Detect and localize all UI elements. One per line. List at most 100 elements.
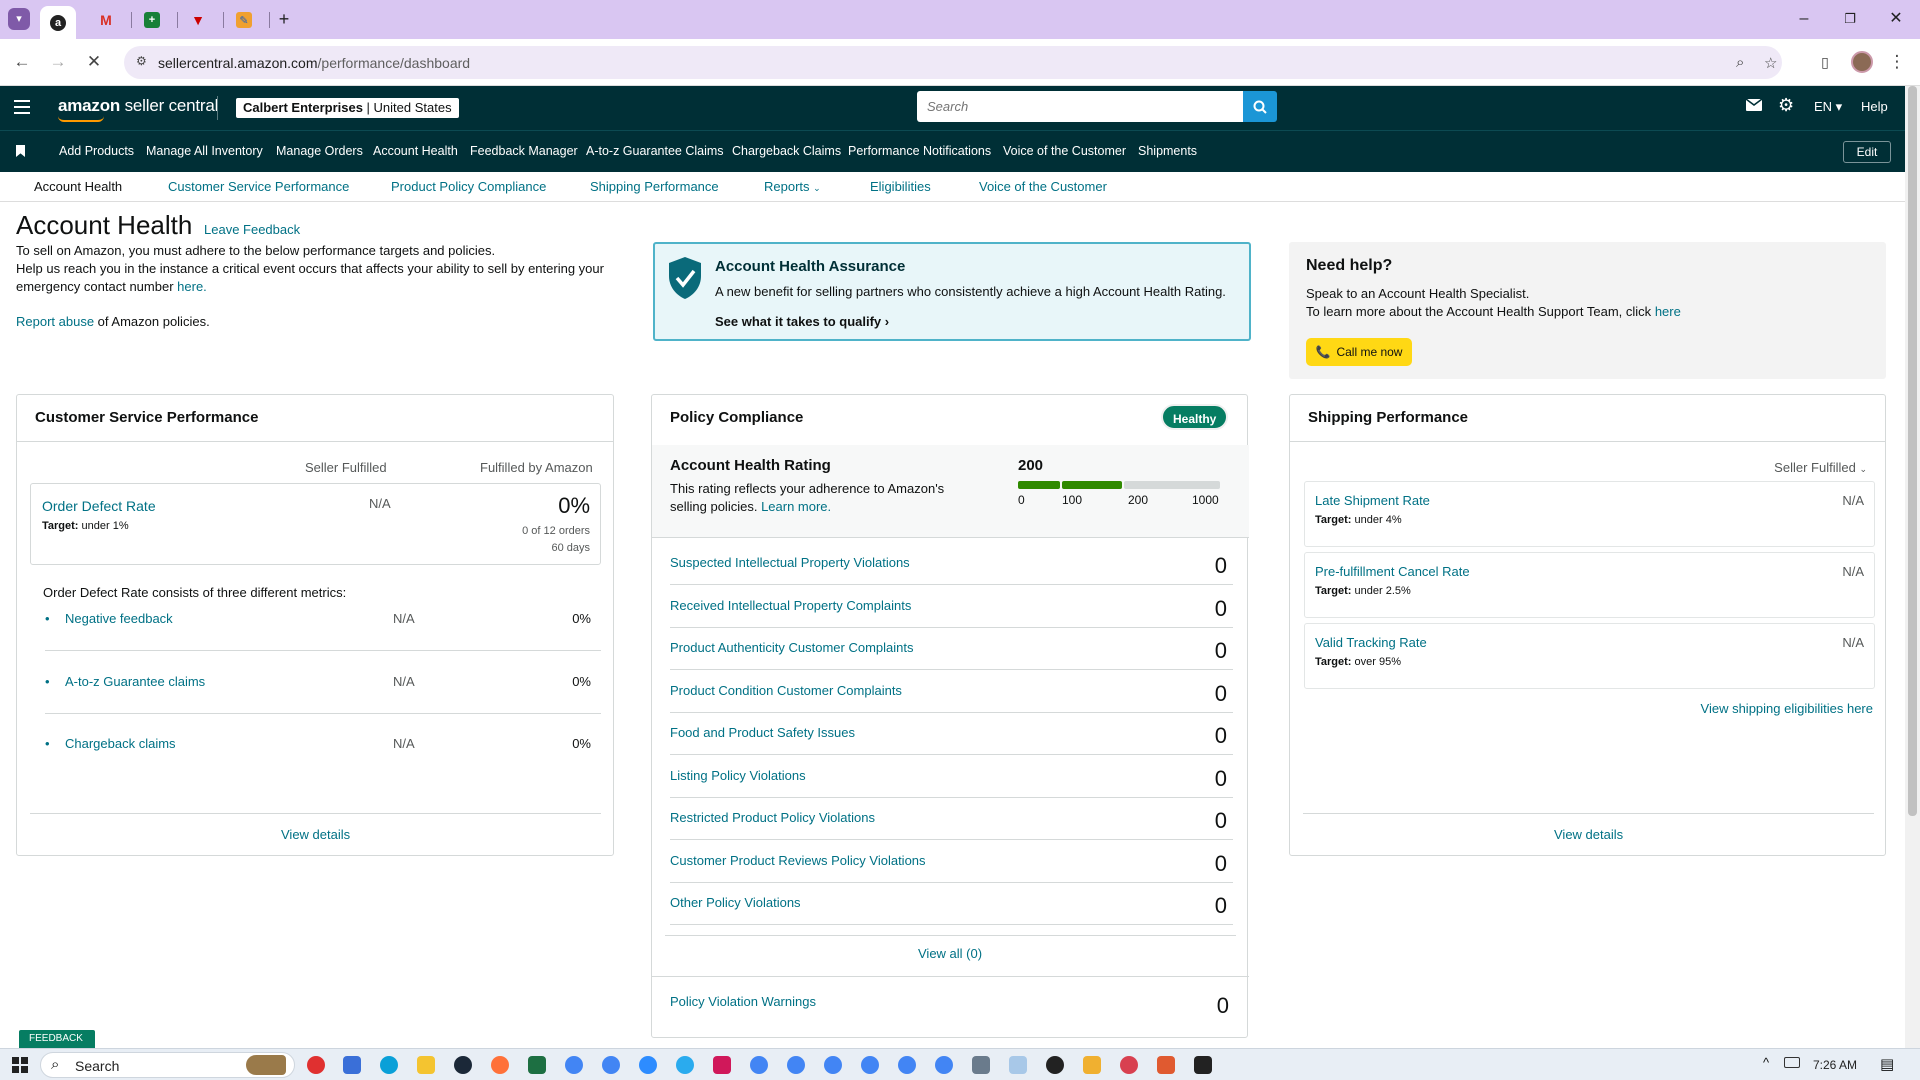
scrollbar-thumb[interactable] <box>1908 86 1917 816</box>
app-icon[interactable] <box>1194 1056 1212 1074</box>
minimize-icon[interactable]: – <box>1794 9 1814 29</box>
view-all-violations-link[interactable]: View all (0) <box>918 946 982 961</box>
edge-icon[interactable] <box>380 1056 398 1074</box>
telegram-icon[interactable] <box>676 1056 694 1074</box>
tab-gmail[interactable]: M <box>88 6 124 34</box>
profile-avatar[interactable] <box>1851 51 1873 73</box>
app-icon[interactable] <box>343 1056 361 1074</box>
chrome-icon[interactable] <box>602 1056 620 1074</box>
shipping-eligibilities-link[interactable]: View shipping eligibilities here <box>1701 701 1873 716</box>
subnav-reports[interactable]: Reports ⌄ <box>764 179 821 194</box>
zoom-app-icon[interactable] <box>639 1056 657 1074</box>
violation-link[interactable]: Customer Product Reviews Policy Violatio… <box>670 853 926 868</box>
tab-search-button[interactable]: ▾ <box>8 8 30 30</box>
subnav-account-health[interactable]: Account Health <box>34 179 122 194</box>
nav-manage-inventory[interactable]: Manage All Inventory <box>146 144 263 158</box>
notifications-icon[interactable]: ▤ <box>1880 1055 1894 1073</box>
violation-link[interactable]: Listing Policy Violations <box>670 768 806 783</box>
mail-icon[interactable] <box>1745 98 1763 114</box>
violation-link[interactable]: Received Intellectual Property Complaint… <box>670 598 911 613</box>
site-settings-icon[interactable]: ⚙ <box>136 54 152 70</box>
battery-icon[interactable] <box>1784 1057 1800 1068</box>
policy-violation-warnings-link[interactable]: Policy Violation Warnings <box>670 994 816 1009</box>
back-icon[interactable]: ← <box>11 51 33 73</box>
forward-icon[interactable]: → <box>47 51 69 73</box>
violation-link[interactable]: Suspected Intellectual Property Violatio… <box>670 555 910 570</box>
taskbar-search[interactable]: ⌕ Search <box>40 1052 295 1078</box>
report-abuse-link[interactable]: Report abuse <box>16 314 94 329</box>
subnav-eligibilities[interactable]: Eligibilities <box>870 179 931 194</box>
leave-feedback-link[interactable]: Leave Feedback <box>204 222 300 237</box>
tab-app-2[interactable]: ✎ <box>226 6 262 34</box>
windows-start-icon[interactable] <box>12 1057 28 1073</box>
sticky-notes-icon[interactable] <box>1083 1056 1101 1074</box>
language-selector[interactable]: EN ▾ <box>1814 99 1842 115</box>
app-icon[interactable] <box>1120 1056 1138 1074</box>
settings-gear-icon[interactable]: ⚙ <box>1778 95 1794 116</box>
qualify-link[interactable]: See what it takes to qualify › <box>715 314 889 329</box>
search-button[interactable] <box>1243 91 1277 122</box>
app-icon[interactable] <box>307 1056 325 1074</box>
app-icon[interactable] <box>1009 1056 1027 1074</box>
new-tab-icon[interactable]: + <box>274 9 294 29</box>
app-icon[interactable] <box>713 1056 731 1074</box>
restore-icon[interactable]: ❐ <box>1840 9 1860 29</box>
late-shipment-rate-link[interactable]: Late Shipment Rate <box>1315 493 1430 508</box>
nav-account-health[interactable]: Account Health <box>373 144 458 158</box>
app-icon[interactable] <box>1157 1056 1175 1074</box>
violation-link[interactable]: Product Condition Customer Complaints <box>670 683 902 698</box>
chrome-icon[interactable] <box>824 1056 842 1074</box>
tab-app[interactable]: ▼ <box>180 6 216 34</box>
chrome-icon[interactable] <box>935 1056 953 1074</box>
app-icon[interactable] <box>1046 1056 1064 1074</box>
nav-manage-orders[interactable]: Manage Orders <box>276 144 363 158</box>
account-switcher[interactable]: Calbert Enterprises | United States <box>236 98 459 118</box>
pre-fulfillment-cancel-rate-link[interactable]: Pre-fulfillment Cancel Rate <box>1315 564 1470 579</box>
csp-view-details-link[interactable]: View details <box>281 827 350 842</box>
atoz-claims-link[interactable]: A-to-z Guarantee claims <box>65 674 205 689</box>
nav-shipments[interactable]: Shipments <box>1138 144 1197 158</box>
nav-performance-notifications[interactable]: Performance Notifications <box>848 144 991 158</box>
chrome-icon[interactable] <box>787 1056 805 1074</box>
stop-loading-icon[interactable]: ✕ <box>83 51 105 73</box>
fulfillment-filter-dropdown[interactable]: Seller Fulfilled ⌄ <box>1774 460 1867 475</box>
violation-link[interactable]: Food and Product Safety Issues <box>670 725 855 740</box>
help-link[interactable]: Help <box>1861 99 1888 114</box>
nav-voice-of-customer[interactable]: Voice of the Customer <box>1003 144 1126 158</box>
emergency-contact-link[interactable]: here. <box>177 279 207 294</box>
search-input[interactable] <box>917 91 1243 122</box>
chrome-icon[interactable] <box>750 1056 768 1074</box>
chrome-icon[interactable] <box>861 1056 879 1074</box>
subnav-product-policy[interactable]: Product Policy Compliance <box>391 179 546 194</box>
violation-link[interactable]: Product Authenticity Customer Complaints <box>670 640 914 655</box>
feedback-tab[interactable]: FEEDBACK ✕ <box>19 1030 95 1062</box>
zoom-icon[interactable]: ⌕ <box>1736 54 1744 71</box>
learn-more-link[interactable]: Learn more. <box>761 499 831 514</box>
nav-add-products[interactable]: Add Products <box>59 144 134 158</box>
valid-tracking-rate-link[interactable]: Valid Tracking Rate <box>1315 635 1427 650</box>
firefox-icon[interactable] <box>491 1056 509 1074</box>
tab-amazon[interactable]: a <box>40 6 76 39</box>
subnav-shipping-performance[interactable]: Shipping Performance <box>590 179 719 194</box>
bookmark-icon[interactable] <box>16 145 25 157</box>
subnav-customer-service[interactable]: Customer Service Performance <box>168 179 349 194</box>
shipping-view-details-link[interactable]: View details <box>1554 827 1623 842</box>
steam-icon[interactable] <box>454 1056 472 1074</box>
tab-sheets[interactable]: + <box>134 6 170 34</box>
violation-link[interactable]: Other Policy Violations <box>670 895 801 910</box>
negative-feedback-link[interactable]: Negative feedback <box>65 611 173 626</box>
nav-atoz-claims[interactable]: A-to-z Guarantee Claims <box>586 144 724 158</box>
side-panel-icon[interactable]: ▯ <box>1814 51 1836 73</box>
nav-edit-button[interactable]: Edit <box>1843 141 1891 163</box>
call-me-now-button[interactable]: 📞 Call me now <box>1306 338 1412 366</box>
chrome-icon[interactable] <box>898 1056 916 1074</box>
chrome-icon[interactable] <box>565 1056 583 1074</box>
close-window-icon[interactable]: ✕ <box>1886 9 1906 29</box>
subnav-voice-of-customer[interactable]: Voice of the Customer <box>979 179 1107 194</box>
bookmark-star-icon[interactable]: ☆ <box>1764 54 1777 72</box>
nav-feedback-manager[interactable]: Feedback Manager <box>470 144 578 158</box>
chargeback-claims-link[interactable]: Chargeback claims <box>65 736 176 751</box>
taskbar-clock[interactable]: 7:26 AM <box>1813 1058 1857 1072</box>
excel-icon[interactable] <box>528 1056 546 1074</box>
omnibox[interactable]: ⚙ sellercentral.amazon.com/performance/d… <box>124 46 1782 79</box>
